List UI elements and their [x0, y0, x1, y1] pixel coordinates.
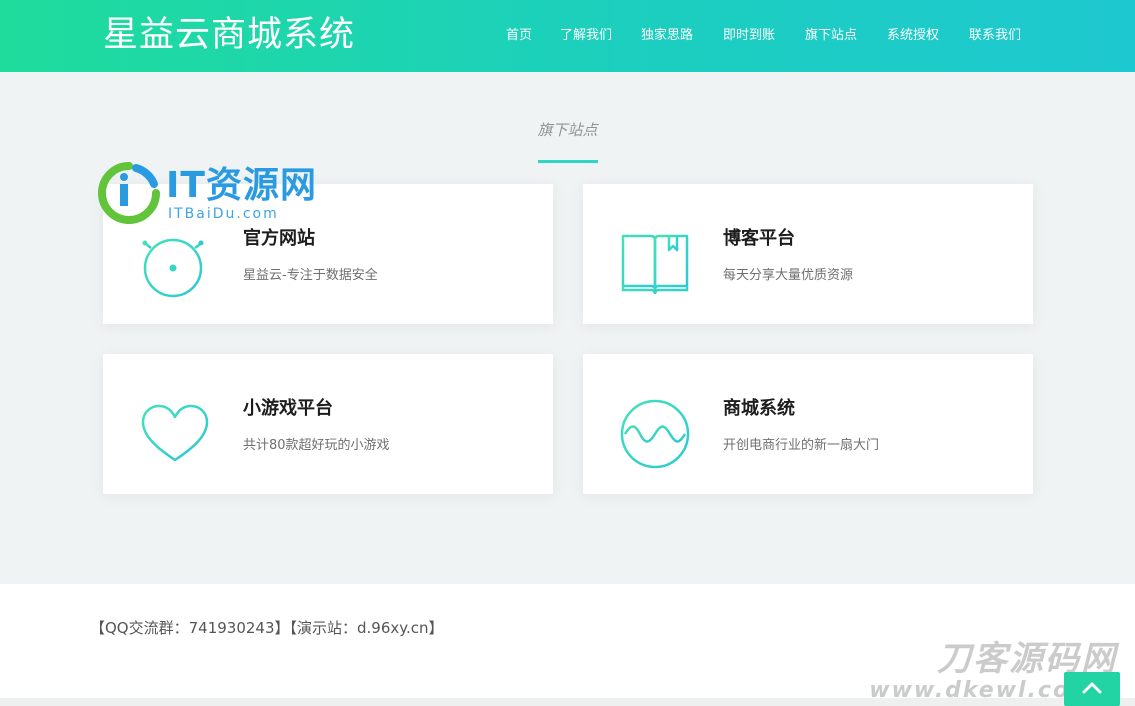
- watermark-bottom-sub: www.dkewl.com: [869, 678, 1095, 703]
- section-title-underline: [538, 160, 598, 163]
- card-description: 开创电商行业的新一扇大门: [723, 438, 880, 453]
- section-title: 旗下站点: [537, 121, 598, 139]
- footer-text: 【QQ交流群：741930243】【演示站：d.96xy.cn】: [90, 619, 444, 637]
- site-card-games[interactable]: 小游戏平台 共计80款超好玩的小游戏: [103, 354, 553, 494]
- watermark-logo-text: IT资源网: [166, 165, 317, 206]
- watermark-logo-subtext: ITBaiDu.com: [168, 206, 279, 222]
- main-nav: 首页 了解我们 独家思路 即时到账 旗下站点 系统授权 联系我们: [0, 24, 1135, 44]
- card-title: 博客平台: [723, 228, 795, 249]
- heart-icon: [137, 398, 213, 474]
- site-header: 星益云商城系统 首页 了解我们 独家思路 即时到账 旗下站点 系统授权 联系我们: [0, 0, 1135, 72]
- nav-item-home[interactable]: 首页: [506, 24, 532, 43]
- site-card-blog[interactable]: 博客平台 每天分享大量优质资源: [583, 184, 1033, 324]
- site-card-mall[interactable]: 商城系统 开创电商行业的新一扇大门: [583, 354, 1033, 494]
- chevron-up-icon: [1082, 682, 1102, 694]
- watermark-logo: IT资源网 ITBaiDu.com: [96, 160, 346, 228]
- card-title: 小游戏平台: [243, 398, 333, 419]
- nav-item-instant[interactable]: 即时到账: [723, 24, 775, 43]
- book-icon: [617, 228, 693, 304]
- nav-item-ideas[interactable]: 独家思路: [641, 24, 693, 43]
- nav-item-contact[interactable]: 联系我们: [969, 24, 1021, 43]
- nav-item-about[interactable]: 了解我们: [560, 24, 612, 43]
- nav-item-license[interactable]: 系统授权: [887, 24, 939, 43]
- nav-item-sites[interactable]: 旗下站点: [805, 24, 857, 43]
- card-description: 每天分享大量优质资源: [723, 268, 854, 283]
- card-title: 商城系统: [723, 398, 795, 419]
- card-description: 共计80款超好玩的小游戏: [243, 438, 390, 453]
- stopwatch-icon: [137, 226, 213, 302]
- back-to-top-button[interactable]: [1064, 672, 1120, 706]
- watermark-ring-icon: [98, 162, 160, 224]
- card-description: 星益云-专注于数据安全: [243, 268, 378, 283]
- wave-circle-icon: [617, 398, 693, 474]
